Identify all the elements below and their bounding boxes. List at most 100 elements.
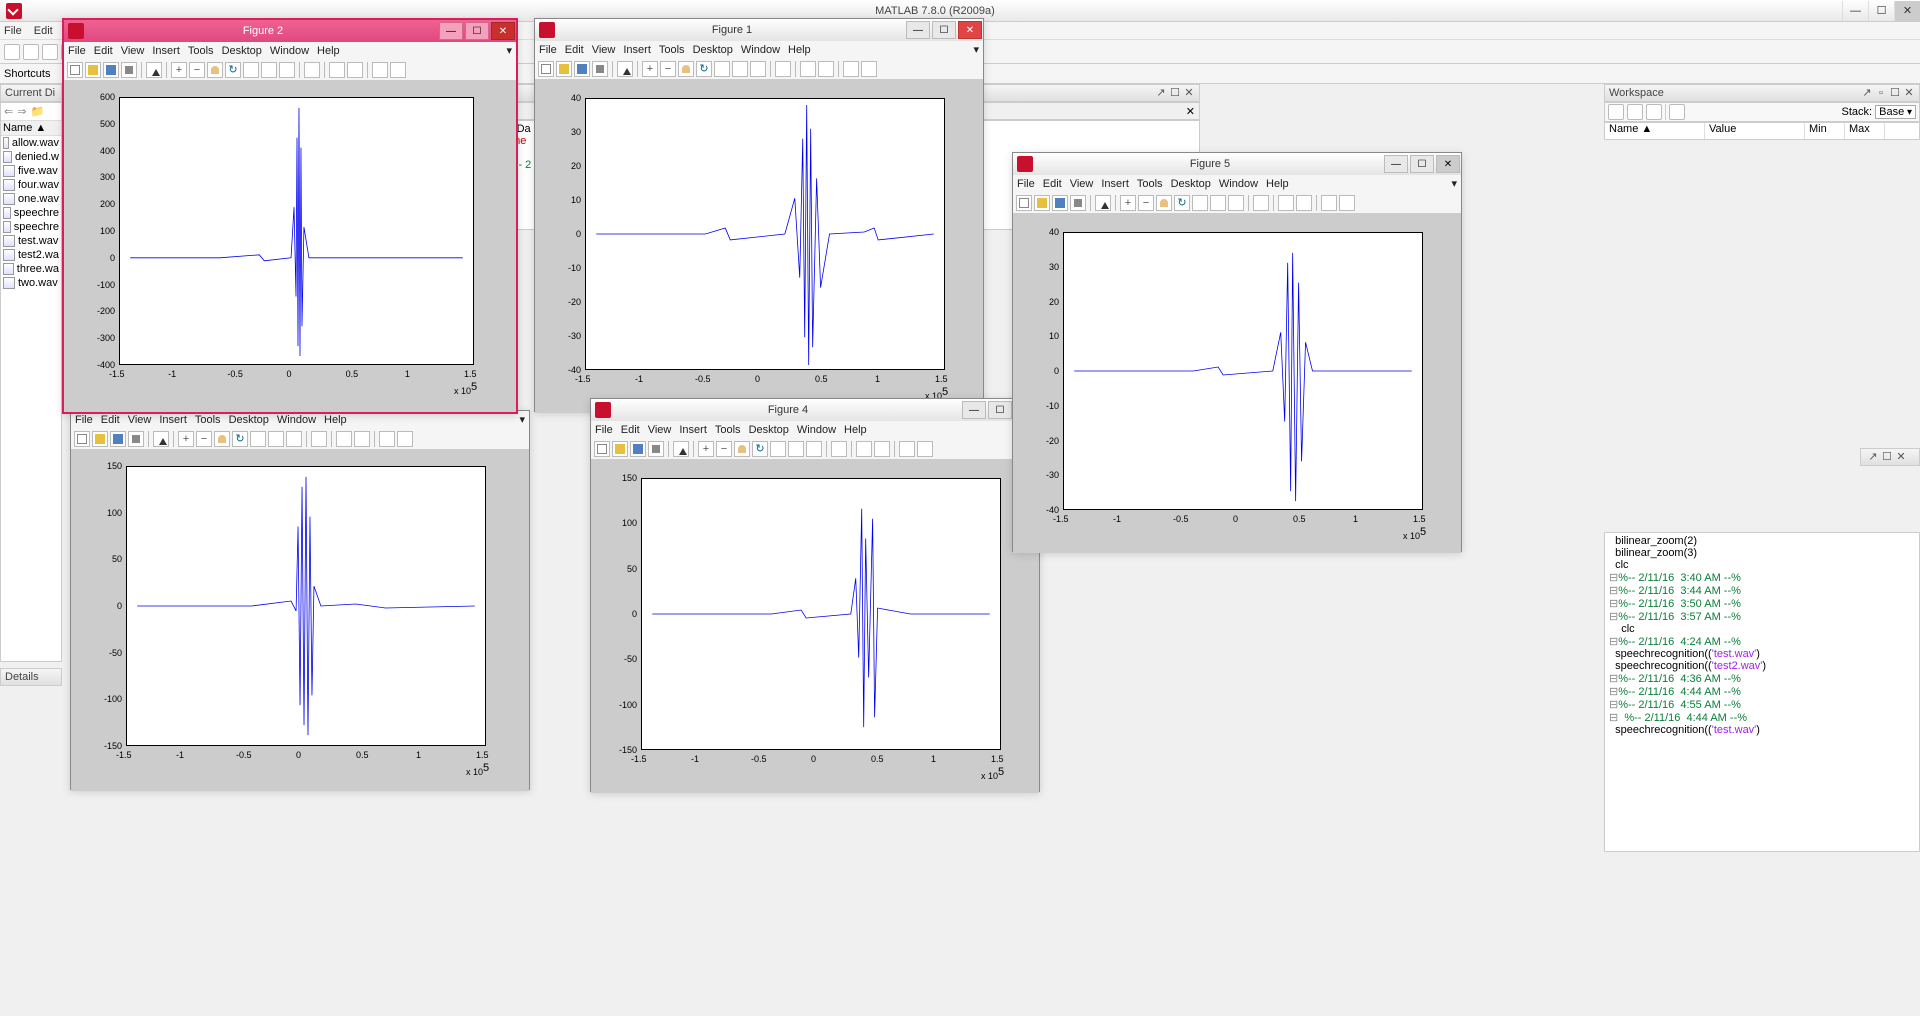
cut-icon[interactable] [42, 44, 58, 60]
cw-close-icon[interactable]: ✕ [1895, 451, 1907, 463]
col-min[interactable]: Min [1805, 123, 1845, 139]
command-history-body[interactable]: bilinear_zoom(2) bilinear_zoom(3) clc⊟%-… [1604, 532, 1920, 852]
rotate-icon[interactable] [225, 62, 241, 78]
ed-max-icon[interactable]: ☐ [1169, 87, 1181, 99]
print-icon[interactable] [592, 61, 608, 77]
brush-icon[interactable] [268, 431, 284, 447]
figure-3-window[interactable]: FileEditViewInsertToolsDesktopWindowHelp… [70, 410, 530, 790]
figure-1-window[interactable]: Figure 1 ―☐✕ FileEditViewInsertToolsDesk… [534, 18, 984, 412]
file-row[interactable]: five.wav [1, 164, 61, 178]
pointer-icon[interactable] [146, 62, 162, 78]
fig5-titlebar[interactable]: Figure 5 ―☐✕ [1013, 153, 1461, 175]
pointer-icon[interactable] [153, 431, 169, 447]
pan-icon[interactable] [214, 431, 230, 447]
link-icon[interactable] [279, 62, 295, 78]
history-line[interactable]: ⊟%-- 2/11/16 4:36 AM --% [1605, 672, 1919, 685]
colorbar-icon[interactable] [304, 62, 320, 78]
history-line[interactable]: ⊟%-- 2/11/16 3:57 AM --% [1605, 610, 1919, 623]
pan-icon[interactable] [1156, 195, 1172, 211]
menu-edit[interactable]: Edit [34, 25, 53, 37]
ws-plot-icon[interactable] [1669, 104, 1685, 120]
legend-icon[interactable] [800, 61, 816, 77]
history-line[interactable]: bilinear_zoom(3) [1605, 547, 1919, 559]
rotate-icon[interactable] [696, 61, 712, 77]
dock-icon[interactable] [379, 431, 395, 447]
pan-icon[interactable] [734, 441, 750, 457]
hide-icon[interactable] [818, 61, 834, 77]
colorbar-icon[interactable] [775, 61, 791, 77]
pointer-icon[interactable] [1095, 195, 1111, 211]
datacursor-icon[interactable] [770, 441, 786, 457]
brush-icon[interactable] [788, 441, 804, 457]
file-row[interactable]: four.wav [1, 178, 61, 192]
history-line[interactable]: clc [1605, 559, 1919, 571]
figure-5-window[interactable]: Figure 5 ―☐✕ FileEditViewInsertToolsDesk… [1012, 152, 1462, 552]
ws-print-icon[interactable] [1646, 104, 1662, 120]
new-icon[interactable] [4, 44, 20, 60]
hide-icon[interactable] [347, 62, 363, 78]
new-file-icon[interactable] [67, 62, 83, 78]
save-icon[interactable] [103, 62, 119, 78]
layout-icon[interactable] [1339, 195, 1355, 211]
zoom-out-icon[interactable] [1138, 195, 1154, 211]
fig1-menu-more-icon[interactable]: ▾ [973, 43, 979, 56]
folder-icon[interactable]: 📁 [30, 105, 44, 118]
print-icon[interactable] [648, 441, 664, 457]
brush-icon[interactable] [1210, 195, 1226, 211]
new-file-icon[interactable] [1016, 195, 1032, 211]
open-file-icon[interactable] [92, 431, 108, 447]
fig3-menu-more-icon[interactable]: ▾ [519, 413, 525, 426]
layout-icon[interactable] [390, 62, 406, 78]
ed-undock-icon[interactable]: ↗ [1155, 87, 1167, 99]
legend-icon[interactable] [329, 62, 345, 78]
legend-icon[interactable] [856, 441, 872, 457]
file-row[interactable]: two.wav [1, 276, 61, 290]
zoom-out-icon[interactable] [660, 61, 676, 77]
legend-icon[interactable] [336, 431, 352, 447]
hide-icon[interactable] [874, 441, 890, 457]
colorbar-icon[interactable] [831, 441, 847, 457]
dock-icon[interactable] [372, 62, 388, 78]
fig2-max-button[interactable]: ☐ [465, 22, 489, 40]
dock-icon[interactable] [843, 61, 859, 77]
save-icon[interactable] [630, 441, 646, 457]
open-file-icon[interactable] [85, 62, 101, 78]
save-icon[interactable] [574, 61, 590, 77]
save-icon[interactable] [110, 431, 126, 447]
link-icon[interactable] [1228, 195, 1244, 211]
min-icon[interactable]: ▫ [1875, 87, 1887, 99]
fig2-menu-more-icon[interactable]: ▾ [506, 44, 512, 57]
maximize-button[interactable]: ☐ [1868, 1, 1894, 21]
fig1-close-button[interactable]: ✕ [958, 21, 982, 39]
link-icon[interactable] [750, 61, 766, 77]
fig5-min-button[interactable]: ― [1384, 155, 1408, 173]
colorbar-icon[interactable] [311, 431, 327, 447]
fig2-min-button[interactable]: ― [439, 22, 463, 40]
print-icon[interactable] [128, 431, 144, 447]
new-file-icon[interactable] [538, 61, 554, 77]
file-row[interactable]: test.wav [1, 234, 61, 248]
stack-select[interactable]: Base ▾ [1875, 105, 1916, 119]
open-file-icon[interactable] [1034, 195, 1050, 211]
fig4-min-button[interactable]: ― [962, 401, 986, 419]
layout-icon[interactable] [397, 431, 413, 447]
hide-icon[interactable] [354, 431, 370, 447]
pointer-icon[interactable] [673, 441, 689, 457]
pan-icon[interactable] [207, 62, 223, 78]
file-row[interactable]: one.wav [1, 192, 61, 206]
close-button[interactable]: ✕ [1894, 1, 1920, 21]
datacursor-icon[interactable] [714, 61, 730, 77]
fig1-titlebar[interactable]: Figure 1 ―☐✕ [535, 19, 983, 41]
figure-2-window[interactable]: Figure 2 ―☐✕ FileEditViewInsertToolsDesk… [62, 18, 518, 414]
zoom-in-icon[interactable] [178, 431, 194, 447]
history-line[interactable]: ⊟%-- 2/11/16 4:24 AM --% [1605, 635, 1919, 648]
brush-icon[interactable] [261, 62, 277, 78]
ed-close-icon[interactable]: ✕ [1183, 87, 1195, 99]
rotate-icon[interactable] [232, 431, 248, 447]
col-name[interactable]: Name ▲ [1605, 123, 1705, 139]
history-line[interactable]: ⊟%-- 2/11/16 4:55 AM --% [1605, 698, 1919, 711]
fig1-max-button[interactable]: ☐ [932, 21, 956, 39]
fig5-menu-more-icon[interactable]: ▾ [1451, 177, 1457, 190]
link-icon[interactable] [806, 441, 822, 457]
file-header[interactable]: Name ▲ [1, 121, 61, 136]
